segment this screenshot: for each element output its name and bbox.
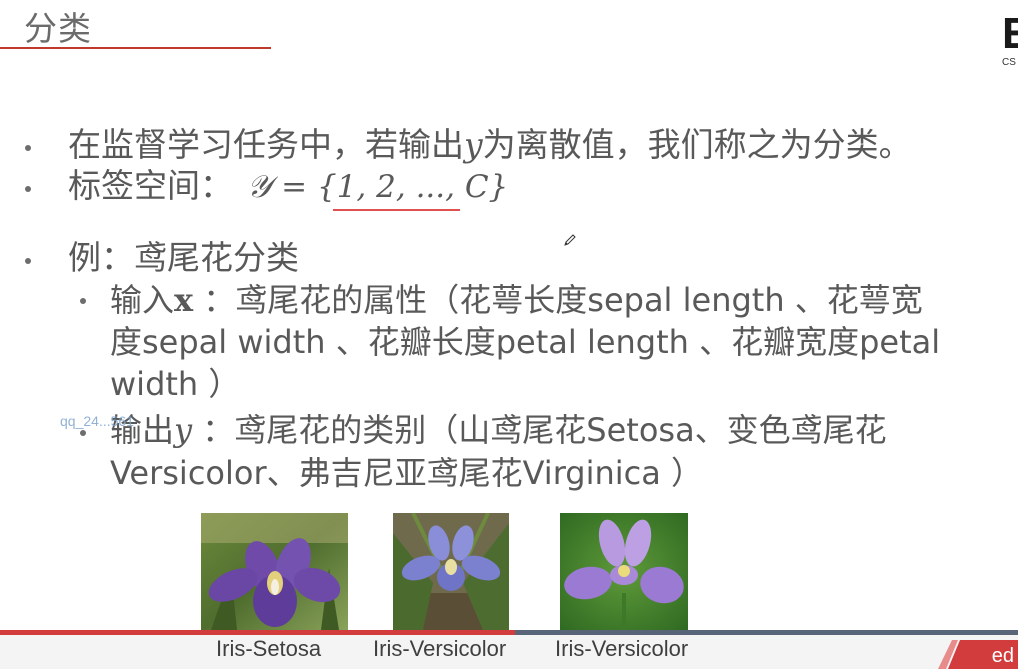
logo: E CS: [1000, 10, 1018, 70]
footer-background: [0, 635, 1018, 669]
slide-title: 分类: [24, 9, 92, 48]
math-var-x: x: [174, 281, 194, 319]
sub-bullet-output-line2: Versicolor、弗吉尼亚鸢尾花Virginica ）: [110, 454, 704, 492]
logo-letter: E: [1002, 10, 1018, 58]
sub-bullet-label: 输入: [110, 281, 175, 319]
caption-versicolor-2: Iris-Versicolor: [555, 636, 689, 661]
label-space-formula: 𝒴 = {1, 2, ..., C}: [247, 169, 509, 205]
caption-setosa: Iris-Setosa: [216, 636, 322, 661]
footer-bar-gray: [515, 630, 1018, 635]
bullet-text: 在监督学习任务中，若输出: [68, 125, 464, 164]
bullet-label-space: 标签空间： 𝒴 = {1, 2, ..., C}: [68, 166, 508, 207]
sub-bullet-text: ：鸢尾花的类别（山鸢尾花Setosa、变色鸢尾花: [192, 411, 887, 449]
bullet-dot: [25, 145, 31, 151]
bullet-text: 为离散值，我们称之为分类。: [482, 125, 912, 164]
sub-bullet-dot: [80, 298, 86, 304]
iris-versicolor-image: [393, 513, 509, 630]
bullet-example: 例：鸢尾花分类: [68, 238, 299, 277]
logo-subtext: CS: [1002, 57, 1016, 68]
sub-bullet-dot: [80, 430, 86, 436]
watermark: qq_24...561: [60, 413, 134, 429]
pencil-icon: [564, 234, 576, 246]
sub-bullet-text: ：鸢尾花的属性（花萼长度sepal length 、花萼宽: [193, 281, 923, 319]
sub-bullet-output: 输出y ：鸢尾花的类别（山鸢尾花Setosa、变色鸢尾花: [110, 409, 887, 451]
bullet-text: 标签空间：: [68, 166, 233, 205]
bullet-definition: 在监督学习任务中，若输出y为离散值，我们称之为分类。: [68, 125, 912, 165]
math-var-y: y: [464, 125, 483, 164]
iris-virginica-image: [560, 513, 688, 630]
bullet-dot: [25, 258, 31, 264]
math-var-y: y: [174, 411, 193, 449]
footer-bar-red: [0, 630, 515, 635]
title-underline: [0, 47, 271, 49]
caption-versicolor: Iris-Versicolor: [373, 636, 507, 661]
corner-logo-text: ed: [991, 645, 1014, 667]
formula-underline: [333, 209, 460, 211]
sub-bullet-input-line2: 度sepal width 、花瓣长度petal length 、花瓣宽度peta…: [110, 323, 941, 361]
sub-bullet-input: 输入x ：鸢尾花的属性（花萼长度sepal length 、花萼宽: [110, 279, 923, 321]
sub-bullet-input-line3: width ）: [110, 365, 241, 403]
iris-setosa-image: [201, 513, 348, 630]
bullet-dot: [25, 186, 31, 192]
